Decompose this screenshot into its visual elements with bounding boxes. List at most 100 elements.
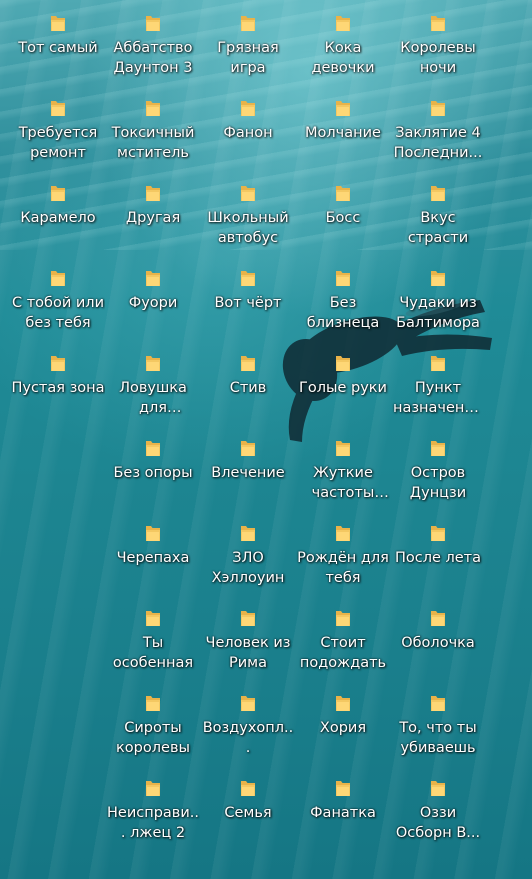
desktop-folder[interactable]: Чудаки из Балтимора xyxy=(391,268,485,333)
folder-label: Семья xyxy=(224,805,272,821)
desktop-folder[interactable]: Рождён для тебя xyxy=(296,523,390,588)
folder-icon xyxy=(241,781,255,796)
desktop-folder[interactable]: Жуткие частоты Та... xyxy=(296,438,390,503)
desktop-folder[interactable]: Оззи Осборн В... xyxy=(391,778,485,843)
folder-icon xyxy=(336,526,350,541)
folder-label: Чудаки из Балтимора xyxy=(396,295,480,331)
folder-label: Влечение xyxy=(211,465,285,481)
desktop-folder[interactable]: Фанон xyxy=(201,98,295,143)
folder-label: Голые руки xyxy=(299,380,387,396)
folder-label: После лета xyxy=(394,550,482,566)
folder-icon xyxy=(431,356,445,371)
folder-label: Молчание xyxy=(305,125,381,141)
folder-icon xyxy=(241,356,255,371)
folder-icon xyxy=(146,186,160,201)
folder-label: Остров Дунцзи xyxy=(409,465,467,501)
desktop-folder[interactable]: Школьный автобус xyxy=(201,183,295,248)
desktop-folder[interactable]: Заклятие 4 Последни... xyxy=(391,98,485,163)
desktop-folder[interactable]: Кока девочки xyxy=(296,13,390,78)
folder-icon xyxy=(51,16,65,31)
folder-icon xyxy=(431,16,445,31)
desktop-folder[interactable]: Влечение xyxy=(201,438,295,483)
folder-label: Токсичный мститель xyxy=(111,125,195,161)
folder-label: С тобой или без тебя xyxy=(11,295,104,331)
desktop-folder[interactable]: Фанатка xyxy=(296,778,390,823)
folder-icon xyxy=(241,526,255,541)
desktop-folder[interactable]: Требуется ремонт xyxy=(11,98,105,163)
desktop-folder[interactable]: Человек из Рима xyxy=(201,608,295,673)
desktop-folder[interactable]: Тот самый xyxy=(11,13,105,58)
folder-label: Пункт назначени... xyxy=(392,380,484,416)
desktop-folder[interactable]: С тобой или без тебя xyxy=(11,268,105,333)
desktop-folder[interactable]: Пункт назначени... xyxy=(391,353,485,418)
desktop-folder[interactable]: Неисправи... лжец 2 xyxy=(106,778,200,843)
desktop-folder[interactable]: Вот чёрт xyxy=(201,268,295,313)
desktop-folder[interactable]: Оболочка xyxy=(391,608,485,653)
desktop-folder[interactable]: Стоит подождать xyxy=(296,608,390,673)
folder-icon xyxy=(146,526,160,541)
desktop-folder[interactable]: Стив xyxy=(201,353,295,398)
desktop-folder[interactable]: То, что ты убиваешь xyxy=(391,693,485,758)
desktop-folder[interactable]: Босс xyxy=(296,183,390,228)
folder-icon xyxy=(336,611,350,626)
folder-label: Заклятие 4 Последни... xyxy=(393,125,483,161)
desktop-folder[interactable]: ЗЛО Хэллоуин xyxy=(201,523,295,588)
desktop-folder[interactable]: Без опоры xyxy=(106,438,200,483)
desktop-folder[interactable]: Карамело xyxy=(11,183,105,228)
desktop-folder[interactable]: Семья xyxy=(201,778,295,823)
folder-label: Воздухопл... xyxy=(202,720,294,756)
desktop-folder[interactable]: Аббатство Даунтон 3 xyxy=(106,13,200,78)
folder-label: Кока девочки xyxy=(311,40,375,76)
folder-icon xyxy=(241,16,255,31)
folder-label: Фанатка xyxy=(310,805,376,821)
desktop-folder[interactable]: Пустая зона xyxy=(11,353,105,398)
desktop-folder[interactable]: Без близнеца xyxy=(296,268,390,333)
folder-label: То, что ты убиваешь xyxy=(399,720,477,756)
folder-label: Аббатство Даунтон 3 xyxy=(113,40,193,76)
desktop-folder[interactable]: Грязная игра xyxy=(201,13,295,78)
desktop-folder[interactable]: Сироты королевы xyxy=(106,693,200,758)
folder-label: Черепаха xyxy=(116,550,190,566)
desktop-folder[interactable]: Королевы ночи xyxy=(391,13,485,78)
desktop-folder[interactable]: Ты особенная xyxy=(106,608,200,673)
desktop-folder[interactable]: Токсичный мститель xyxy=(106,98,200,163)
desktop-folder[interactable]: Хория xyxy=(296,693,390,738)
folder-icon xyxy=(431,101,445,116)
desktop-folder[interactable]: Остров Дунцзи xyxy=(391,438,485,503)
folder-label: ЗЛО Хэллоуин xyxy=(211,550,285,586)
desktop-folder[interactable]: Фуори xyxy=(106,268,200,313)
folder-label: Неисправи... лжец 2 xyxy=(107,805,199,841)
desktop-folder[interactable]: Молчание xyxy=(296,98,390,143)
desktop-folder[interactable]: Воздухопл... xyxy=(201,693,295,758)
folder-icon xyxy=(51,356,65,371)
folder-icon xyxy=(51,186,65,201)
folder-icon xyxy=(241,611,255,626)
folder-icon xyxy=(241,186,255,201)
folder-icon xyxy=(336,271,350,286)
folder-label: Королевы ночи xyxy=(400,40,476,76)
folder-icon xyxy=(146,781,160,796)
desktop: Тот самый Аббатство Даунтон 3 Грязная игра… xyxy=(0,0,532,879)
folder-icon xyxy=(336,186,350,201)
folder-icon xyxy=(336,16,350,31)
folder-icon xyxy=(241,101,255,116)
folder-icon xyxy=(146,611,160,626)
desktop-folder[interactable]: Другая xyxy=(106,183,200,228)
folder-icon xyxy=(431,781,445,796)
folder-icon xyxy=(336,781,350,796)
folder-label: Фуори xyxy=(128,295,178,311)
folder-icon xyxy=(146,356,160,371)
folder-label: Карамело xyxy=(20,210,96,226)
folder-icon xyxy=(431,526,445,541)
folder-label: Требуется ремонт xyxy=(18,125,98,161)
folder-icon xyxy=(51,101,65,116)
folder-icon xyxy=(241,441,255,456)
desktop-folder[interactable]: Вкус страсти xyxy=(391,183,485,248)
desktop-folder[interactable]: После лета xyxy=(391,523,485,568)
folder-icon xyxy=(431,186,445,201)
folder-label: Жуткие частоты Та... xyxy=(311,465,375,501)
folder-icon xyxy=(241,271,255,286)
desktop-folder[interactable]: Ловушка для кролика xyxy=(106,353,200,418)
desktop-folder[interactable]: Голые руки xyxy=(296,353,390,398)
desktop-folder[interactable]: Черепаха xyxy=(106,523,200,568)
